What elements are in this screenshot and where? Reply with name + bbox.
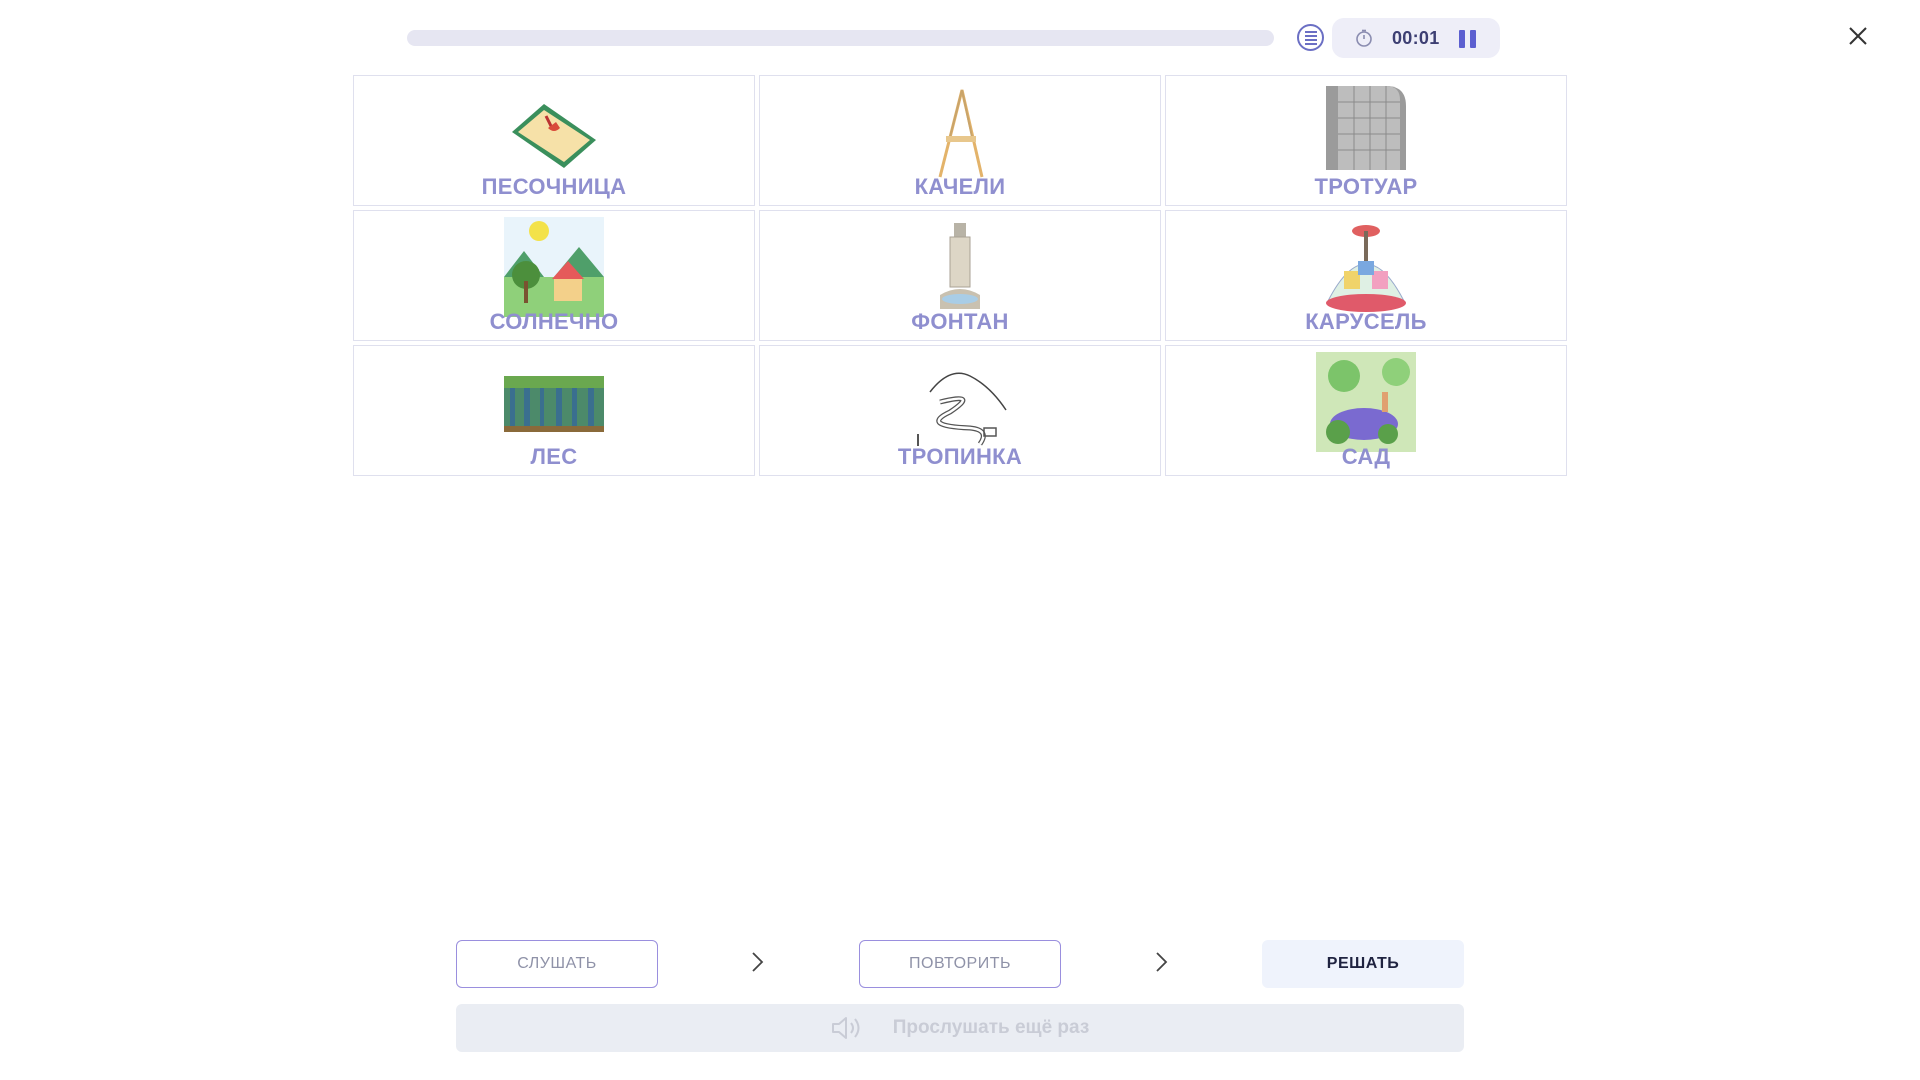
listen-button[interactable]: СЛУШАТЬ [456,940,658,988]
card-sunny[interactable]: СОЛНЕЧНО [353,210,755,341]
timer-panel: 00:01 [1332,18,1500,58]
speaker-icon [831,1017,860,1039]
carousel-image [1326,225,1406,312]
close-icon[interactable] [1846,24,1870,48]
pause-icon[interactable] [1459,30,1477,48]
card-label: СОЛНЕЧНО [489,309,619,334]
card-label: ТРОПИНКА [897,444,1023,469]
chevron-right-icon [752,952,764,972]
card-label: ТРОТУАР [1314,174,1418,199]
forest-image [504,376,604,432]
card-label: ПЕСОЧНИЦА [481,174,627,199]
card-forest[interactable]: ЛЕС [353,345,755,476]
card-label: ФОНТАН [911,309,1009,334]
card-swing[interactable]: КАЧЕЛИ [759,75,1161,206]
card-label: САД [1341,444,1391,469]
garden-image [1316,352,1416,452]
word-grid: ПЕСОЧНИЦА КАЧЕЛИ ТРОТУАР СОЛНЕЧНО ФОНТАН… [353,75,1567,476]
path-image [917,372,1007,446]
stopwatch-icon [1356,29,1372,47]
sandbox-image [512,104,596,168]
card-sidewalk[interactable]: ТРОТУАР [1165,75,1567,206]
card-fountain[interactable]: ФОНТАН [759,210,1161,341]
sidewalk-image [1326,86,1406,170]
fountain-image [940,223,980,309]
repeat-button[interactable]: ПОВТОРИТЬ [859,940,1061,988]
chevron-right-icon [1156,952,1168,972]
solve-button[interactable]: РЕШАТЬ [1262,940,1464,988]
replay-button[interactable]: Прослушать ещё раз [456,1004,1464,1052]
replay-label: Прослушать ещё раз [892,1017,1090,1038]
card-label: КАЧЕЛИ [914,174,1006,199]
card-label: ЛЕС [530,444,578,469]
card-sandbox[interactable]: ПЕСОЧНИЦА [353,75,755,206]
list-icon[interactable] [1297,24,1324,51]
swing-image [938,89,984,178]
card-garden[interactable]: САД [1165,345,1567,476]
sunny-image [504,217,604,317]
timer-value: 00:01 [1392,28,1440,48]
progress-bar [407,30,1274,46]
card-carousel[interactable]: КАРУСЕЛЬ [1165,210,1567,341]
card-label: КАРУСЕЛЬ [1305,309,1427,334]
card-path[interactable]: ТРОПИНКА [759,345,1161,476]
